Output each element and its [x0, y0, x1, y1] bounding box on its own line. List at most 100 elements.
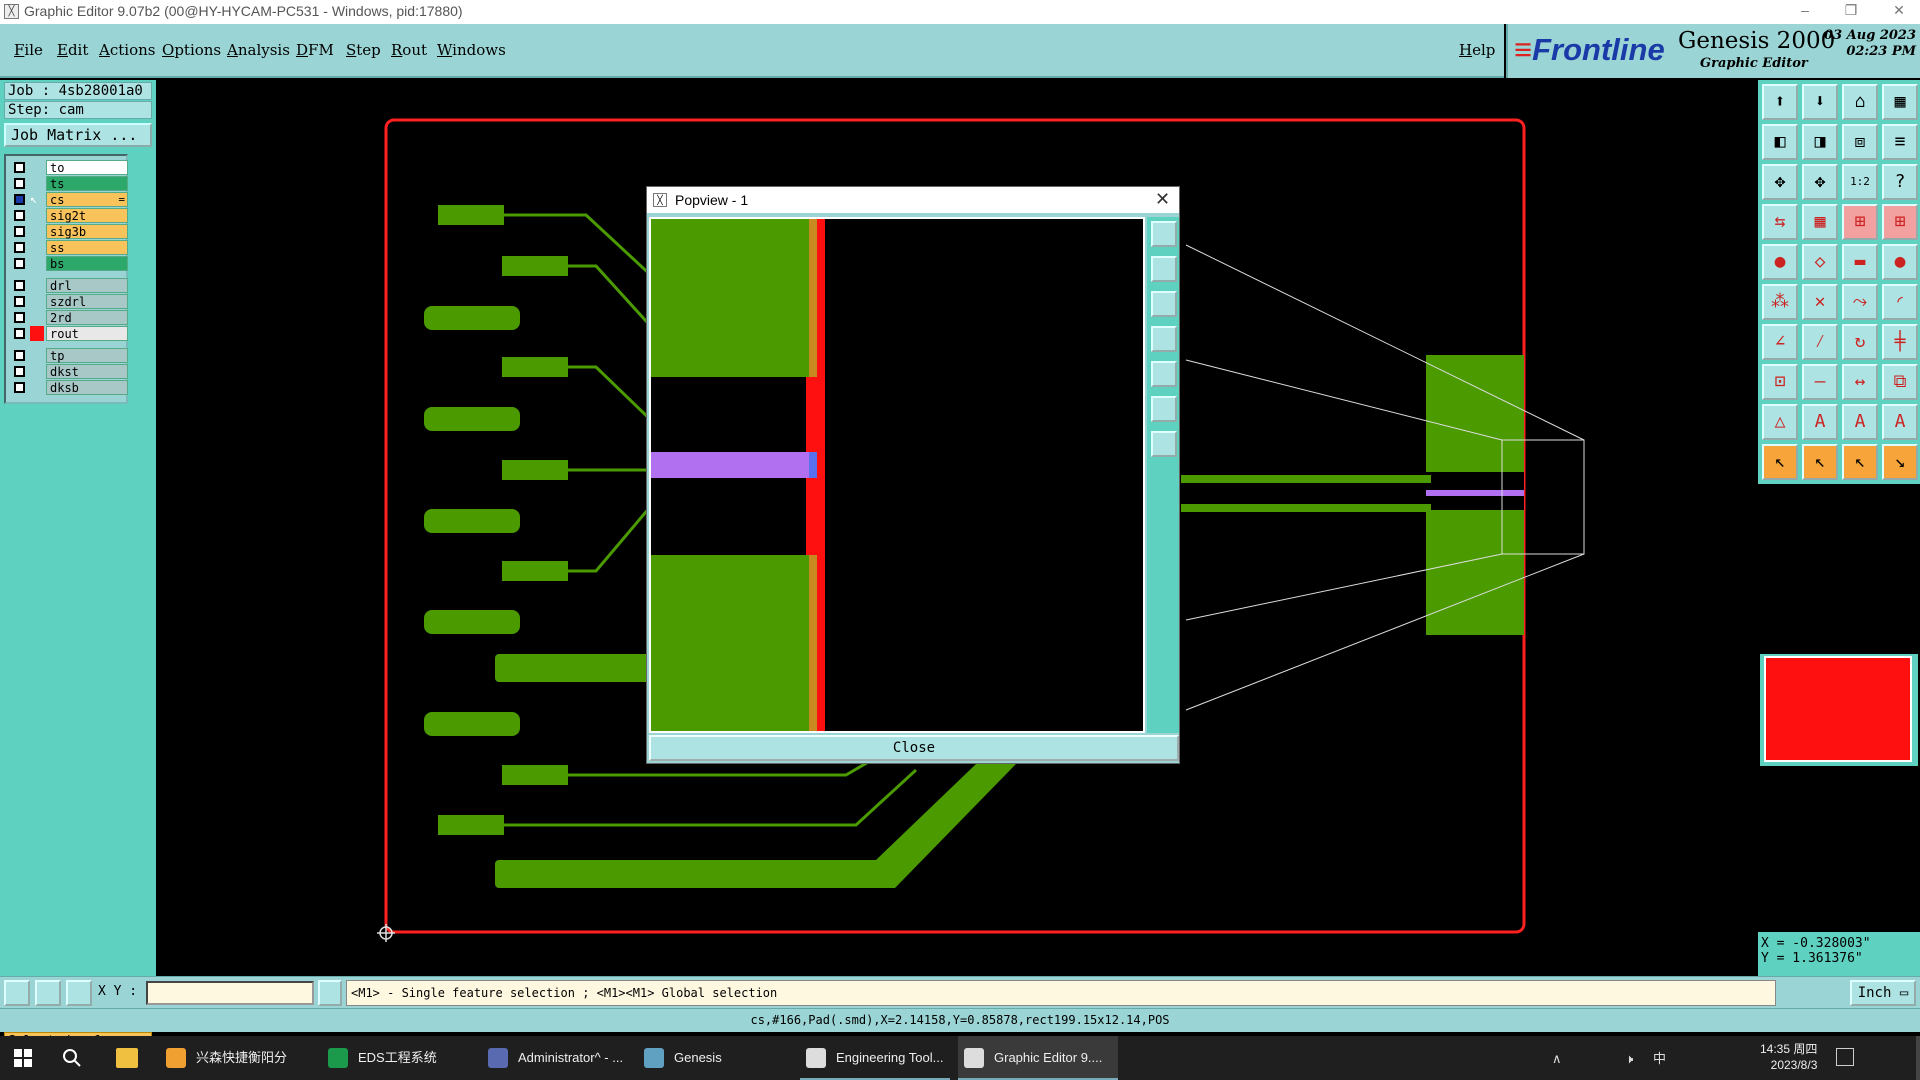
popview-center-icon[interactable] — [1151, 431, 1177, 457]
pan-right-icon[interactable]: ◨ — [1802, 124, 1838, 160]
layer-checkbox[interactable] — [14, 382, 25, 393]
select-area-icon[interactable]: ↖ — [1802, 444, 1838, 480]
layer-checkbox[interactable] — [14, 312, 25, 323]
measure-icon[interactable] — [35, 980, 61, 1006]
net-select-icon[interactable]: ⊞ — [1882, 204, 1918, 240]
menu-rout[interactable]: Rout — [391, 41, 427, 59]
line-icon[interactable]: ▬ — [1842, 244, 1878, 280]
triangle-b-icon[interactable]: A — [1842, 404, 1878, 440]
layer-row-rout[interactable]: rout — [10, 326, 128, 341]
file-explorer-icon[interactable] — [116, 1048, 138, 1068]
menu-file[interactable]: File — [14, 41, 43, 59]
layer-checkbox[interactable] — [14, 178, 25, 189]
minus-icon[interactable]: — — [1802, 364, 1838, 400]
tray-chevron-icon[interactable]: ∧ — [1552, 1051, 1562, 1066]
layer-row-szdrl[interactable]: szdrl — [10, 294, 128, 309]
popview-fit-icon[interactable] — [1151, 396, 1177, 422]
layer-checkbox[interactable] — [14, 296, 25, 307]
ime-indicator[interactable]: 中 — [1653, 1051, 1666, 1066]
net-connect-icon[interactable]: ⁂ — [1762, 284, 1798, 320]
menu-windows[interactable]: Windows — [437, 41, 506, 59]
pan-left-icon[interactable]: ◧ — [1762, 124, 1798, 160]
taskbar-item[interactable]: Engineering Tool... — [800, 1036, 950, 1080]
scroll-icon[interactable]: ≡ — [1882, 124, 1918, 160]
delete-x-icon[interactable]: ✕ — [1802, 284, 1838, 320]
surface-icon[interactable]: ◇ — [1802, 244, 1838, 280]
layer-checkbox[interactable] — [14, 242, 25, 253]
measure-icon[interactable]: ↔ — [1842, 364, 1878, 400]
circle-pad-icon[interactable]: ● — [1882, 244, 1918, 280]
select-arrow-icon[interactable]: ↖ — [1762, 444, 1798, 480]
popview-close-icon[interactable]: ✕ — [1155, 189, 1170, 210]
minimize-button[interactable]: – — [1790, 2, 1820, 18]
menu-options[interactable]: Options — [162, 41, 221, 59]
menu-edit[interactable]: Edit — [57, 41, 88, 59]
popview-canvas[interactable] — [649, 217, 1145, 733]
layer-row-ts[interactable]: ts — [10, 176, 128, 191]
triangle-a-icon[interactable]: A — [1802, 404, 1838, 440]
unit-selector[interactable]: Inch ▭ — [1850, 980, 1916, 1006]
taskbar-item[interactable]: Genesis — [638, 1036, 788, 1080]
layer-checkbox[interactable] — [14, 280, 25, 291]
layer-row-sig3b[interactable]: sig3b — [10, 224, 128, 239]
menu-dfm[interactable]: DFM — [296, 41, 334, 59]
layer-checkbox[interactable] — [14, 194, 25, 205]
layer-row-dkst[interactable]: dkst — [10, 364, 128, 379]
close-window-button[interactable]: ✕ — [1884, 2, 1914, 19]
popview-zoom-icon[interactable] — [1151, 221, 1177, 247]
copy-icon[interactable]: ⧉ — [1882, 364, 1918, 400]
search-icon[interactable] — [62, 1048, 82, 1068]
layer-checkbox[interactable] — [14, 350, 25, 361]
layer-row-2rd[interactable]: 2rd — [10, 310, 128, 325]
layer-row-ss[interactable]: ss — [10, 240, 128, 255]
menu-actions[interactable]: Actions — [99, 41, 155, 59]
zoom-fit-icon[interactable]: ✥ — [1762, 164, 1798, 200]
split-icon[interactable]: ╪ — [1882, 324, 1918, 360]
layer-row-to[interactable]: to — [10, 160, 128, 175]
help-query-icon[interactable]: ? — [1882, 164, 1918, 200]
net-highlight-icon[interactable]: ⊞ — [1842, 204, 1878, 240]
menu-analysis[interactable]: Analysis — [227, 41, 290, 59]
popview-pan-down-icon[interactable] — [1151, 291, 1177, 317]
save-icon[interactable]: ⬇ — [1802, 84, 1838, 120]
layer-checkbox[interactable] — [14, 162, 25, 173]
select-path-icon[interactable]: ↘ — [1882, 444, 1918, 480]
layer-checkbox[interactable] — [14, 366, 25, 377]
restore-button[interactable]: ❐ — [1836, 2, 1866, 19]
popview-pan-right-icon[interactable] — [1151, 361, 1177, 387]
window-split-icon[interactable]: ▦ — [1882, 84, 1918, 120]
layer-checkbox[interactable] — [14, 258, 25, 269]
layer-stack-icon[interactable]: ⇆ — [1762, 204, 1798, 240]
grid-icon[interactable] — [66, 980, 92, 1006]
layer-color-swatch[interactable] — [1764, 656, 1912, 762]
xy-input[interactable] — [146, 981, 314, 1005]
taskbar-item[interactable]: Administrator^ - ... — [482, 1036, 632, 1080]
rotate-icon[interactable]: ↻ — [1842, 324, 1878, 360]
home-icon[interactable]: ⌂ — [1842, 84, 1878, 120]
layer-checkbox[interactable] — [14, 328, 25, 339]
triangle-icon[interactable]: △ — [1762, 404, 1798, 440]
start-icon[interactable] — [14, 1049, 32, 1067]
slash-line-icon[interactable]: ⁄ — [1802, 324, 1838, 360]
system-clock[interactable]: 14:35 周四 2023/8/3 — [1760, 1041, 1817, 1073]
layer-row-dksb[interactable]: dksb — [10, 380, 128, 395]
menu-step[interactable]: Step — [346, 41, 381, 59]
menu-help[interactable]: Help — [1459, 41, 1495, 59]
show-desktop-button[interactable] — [1916, 1036, 1920, 1080]
pad-icon[interactable]: ● — [1762, 244, 1798, 280]
popview-pan-left-icon[interactable] — [1151, 326, 1177, 352]
scale-1to2-icon[interactable]: 1:2 — [1842, 164, 1878, 200]
select-touch-icon[interactable]: ↖ — [1842, 444, 1878, 480]
zoom-center-icon[interactable]: ✥ — [1802, 164, 1838, 200]
layer-row-cs[interactable]: ↖ cs = — [10, 192, 128, 207]
route-icon[interactable]: ⤳ — [1842, 284, 1878, 320]
mirror-icon[interactable]: ⧈ — [1842, 124, 1878, 160]
move-feature-icon[interactable]: ⊡ — [1762, 364, 1798, 400]
layer-row-tp[interactable]: tp — [10, 348, 128, 363]
open-job-icon[interactable]: ⬆ — [1762, 84, 1798, 120]
layer-checkbox[interactable] — [14, 210, 25, 221]
cursor-mode-icon[interactable] — [318, 980, 342, 1006]
taskbar-item[interactable]: Graphic Editor 9.... — [958, 1036, 1118, 1080]
arc-icon[interactable]: ◜ — [1882, 284, 1918, 320]
action-center-icon[interactable] — [1836, 1048, 1854, 1066]
